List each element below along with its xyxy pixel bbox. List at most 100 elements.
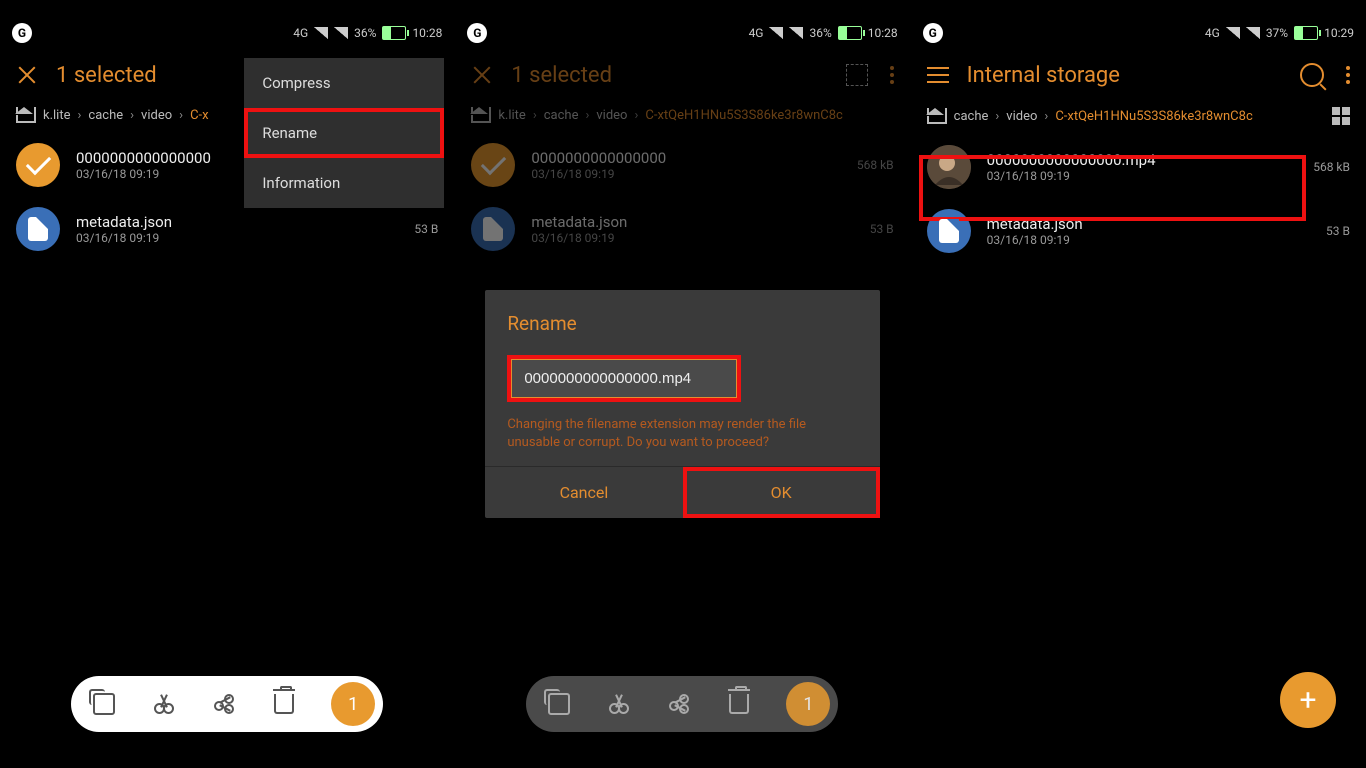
crumb-current: C-xtQeH1HNu5S3S86ke3r8wnC8c <box>645 108 842 123</box>
cancel-button[interactable]: Cancel <box>485 467 682 518</box>
crumb-item: cache <box>544 108 579 123</box>
scissors-icon <box>154 694 174 714</box>
file-row: metadata.json 03/16/18 09:19 53 B <box>455 197 909 261</box>
delete-button[interactable] <box>271 691 297 717</box>
file-size: 53 B <box>870 222 894 236</box>
file-date: 03/16/18 09:19 <box>987 233 1310 247</box>
crumb-item[interactable]: video <box>1006 109 1037 124</box>
selection-app-bar: 1 selected <box>455 47 909 103</box>
breadcrumb[interactable]: cache› video› C-xtQeH1HNu5S3S86ke3r8wnC8… <box>911 103 1366 135</box>
network-label: 4G <box>749 26 764 40</box>
file-row-renamed[interactable]: 0000000000000000.mp4 03/16/18 09:19 568 … <box>911 135 1366 199</box>
status-bar: G 4G 37% 10:29 <box>911 20 1366 46</box>
select-all-icon[interactable] <box>846 64 868 86</box>
browse-app-bar: Internal storage <box>911 47 1366 103</box>
file-size: 568 kB <box>857 158 894 172</box>
status-left: G <box>12 23 32 43</box>
file-date: 03/16/18 09:19 <box>987 169 1298 183</box>
dialog-title: Rename <box>507 312 857 335</box>
rename-input[interactable] <box>511 359 737 398</box>
copy-button <box>546 691 572 717</box>
file-thumb[interactable] <box>16 207 60 251</box>
file-size: 53 B <box>414 222 438 236</box>
selection-toolbar: 1 <box>71 676 383 732</box>
status-right: 4G 36% 10:28 <box>293 26 442 40</box>
clock: 10:28 <box>868 26 898 40</box>
status-bar: G 4G 36% 10:28 <box>0 20 454 46</box>
crumb-item[interactable]: cache <box>954 109 989 124</box>
document-icon <box>28 217 48 241</box>
file-name: 0000000000000000.mp4 <box>987 151 1298 169</box>
file-name: metadata.json <box>531 213 853 231</box>
copy-button[interactable] <box>91 691 117 717</box>
breadcrumb: k.lite› cache› video› C-xtQeH1HNu5S3S86k… <box>455 103 909 133</box>
file-date: 03/16/18 09:19 <box>531 167 841 181</box>
chevron-right-icon: › <box>130 108 134 123</box>
overflow-menu-icon[interactable] <box>890 66 894 84</box>
file-size: 53 B <box>1326 224 1350 238</box>
file-row-selected: 0000000000000000 03/16/18 09:19 568 kB <box>455 133 909 197</box>
scissors-icon <box>609 694 629 714</box>
crumb-item[interactable]: video <box>141 108 172 123</box>
search-icon[interactable] <box>1300 63 1324 87</box>
plus-icon: + <box>1299 683 1316 718</box>
file-name: metadata.json <box>76 213 398 231</box>
close-selection-icon[interactable] <box>16 64 38 86</box>
share-icon <box>214 694 234 714</box>
copy-icon <box>548 693 570 715</box>
cut-button <box>606 691 632 717</box>
crumb-root[interactable]: k.lite <box>43 108 71 123</box>
battery-pct: 37% <box>1266 26 1288 40</box>
file-date: 03/16/18 09:19 <box>76 231 398 245</box>
status-bar: G 4G 36% 10:28 <box>455 20 909 46</box>
copy-icon <box>93 693 115 715</box>
document-icon <box>483 217 503 241</box>
dialog-buttons: Cancel OK <box>485 466 879 518</box>
battery-icon <box>838 26 862 40</box>
clock: 10:28 <box>412 26 442 40</box>
add-fab[interactable]: + <box>1280 672 1336 728</box>
signal-icon <box>1246 27 1260 39</box>
selection-toolbar: 1 <box>526 676 838 732</box>
menu-item-rename[interactable]: Rename <box>244 108 444 158</box>
chevron-right-icon: › <box>78 108 82 123</box>
battery-pct: 36% <box>354 26 376 40</box>
trash-icon <box>274 694 294 714</box>
file-row[interactable]: metadata.json 03/16/18 09:19 53 B <box>911 199 1366 263</box>
crumb-current: C-x <box>190 108 209 123</box>
notification-badge-icon: G <box>923 23 943 43</box>
selection-count-badge: 1 <box>786 682 830 726</box>
home-icon[interactable] <box>16 107 36 123</box>
trash-icon <box>729 694 749 714</box>
share-button[interactable] <box>211 691 237 717</box>
screenshot-panel-3: G 4G 37% 10:29 Internal storage cache› v… <box>911 0 1366 768</box>
menu-item-compress[interactable]: Compress <box>244 58 444 108</box>
menu-item-information[interactable]: Information <box>244 158 444 208</box>
network-label: 4G <box>1205 26 1220 40</box>
check-icon <box>25 149 50 174</box>
file-thumb[interactable] <box>927 209 971 253</box>
video-thumbnail[interactable] <box>927 145 971 189</box>
selection-count-badge[interactable]: 1 <box>331 682 375 726</box>
cut-button[interactable] <box>151 691 177 717</box>
screenshot-panel-2: G 4G 36% 10:28 1 selected k.lite› cache›… <box>455 0 910 768</box>
signal-icon <box>1226 27 1240 39</box>
chevron-right-icon: › <box>179 108 183 123</box>
signal-icon <box>314 27 328 39</box>
crumb-item[interactable]: cache <box>88 108 123 123</box>
crumb-current: C-xtQeH1HNu5S3S86ke3r8wnC8c <box>1055 109 1252 124</box>
home-icon[interactable] <box>927 108 947 124</box>
context-menu: Compress Rename Information <box>244 58 444 208</box>
file-name: metadata.json <box>987 215 1310 233</box>
overflow-menu-icon[interactable] <box>1346 66 1350 84</box>
clock: 10:29 <box>1324 26 1354 40</box>
signal-icon <box>769 27 783 39</box>
selected-check-thumb[interactable] <box>16 143 60 187</box>
hamburger-menu-icon[interactable] <box>927 67 949 83</box>
signal-icon <box>789 27 803 39</box>
view-grid-icon[interactable] <box>1332 107 1350 125</box>
close-selection-icon[interactable] <box>471 64 493 86</box>
ok-button[interactable]: OK <box>683 467 880 518</box>
battery-icon <box>1294 26 1318 40</box>
notification-badge-icon: G <box>467 23 487 43</box>
